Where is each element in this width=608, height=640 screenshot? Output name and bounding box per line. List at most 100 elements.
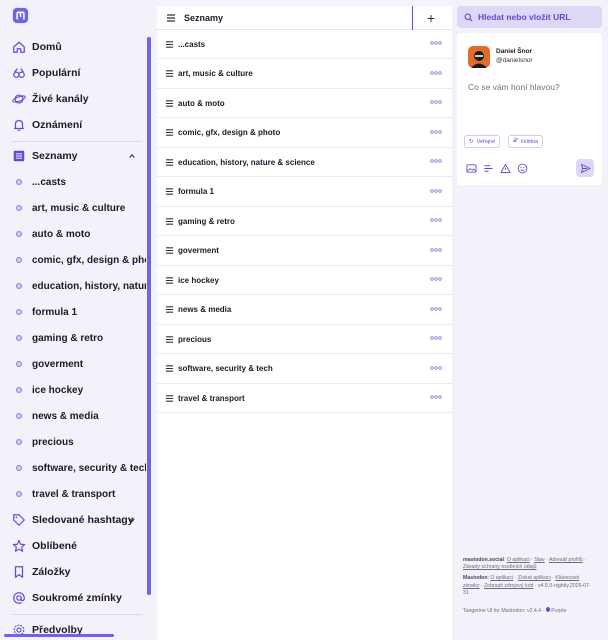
nav-list-item[interactable]: software, security & tech xyxy=(16,458,146,478)
nav-item-lists[interactable]: Seznamy xyxy=(12,146,78,166)
search-input[interactable]: Hledat nebo vložit URL xyxy=(457,6,602,28)
list-row[interactable]: ...casts xyxy=(157,30,452,59)
nav-list-item[interactable]: precious xyxy=(16,432,146,452)
footer-link[interactable]: Adresář profilů xyxy=(549,557,583,563)
list-row[interactable]: precious xyxy=(157,325,452,354)
nav-scrollbar[interactable] xyxy=(147,37,151,595)
warning-icon[interactable] xyxy=(500,163,511,174)
nav-item-favourites[interactable]: Oblíbené xyxy=(12,536,77,556)
nav-divider xyxy=(12,614,142,615)
nav-list-item[interactable]: travel & transport xyxy=(16,484,146,504)
avatar[interactable] xyxy=(468,46,490,68)
list-row[interactable]: ice hockey xyxy=(157,266,452,295)
list-dot-icon xyxy=(16,179,22,185)
nav-list-item[interactable]: comic, gfx, design & photo xyxy=(16,250,146,270)
more-options-icon[interactable] xyxy=(430,40,442,46)
list-row[interactable]: education, history, nature & science xyxy=(157,148,452,177)
nav-item-preferences[interactable]: Předvolby xyxy=(12,620,83,640)
nav-list-item[interactable]: auto & moto xyxy=(16,224,146,244)
more-options-icon[interactable] xyxy=(430,129,442,135)
list-icon xyxy=(165,40,174,48)
nav-item-live-feeds[interactable]: Živé kanály xyxy=(12,89,89,109)
list-row[interactable]: gaming & retro xyxy=(157,207,452,236)
list-item-label: precious xyxy=(32,436,74,448)
nav-item-trending[interactable]: Populární xyxy=(12,63,80,83)
list-row-label: education, history, nature & science xyxy=(178,157,315,167)
star-icon xyxy=(12,539,26,553)
more-options-icon[interactable] xyxy=(430,188,442,194)
nav-list-item[interactable]: gaming & retro xyxy=(16,328,146,348)
more-options-icon[interactable] xyxy=(430,365,442,371)
list-row[interactable]: software, security & tech xyxy=(157,355,452,384)
more-options-icon[interactable] xyxy=(430,306,442,312)
list-row[interactable]: news & media xyxy=(157,296,452,325)
nav-item-notifications[interactable]: Oznámení xyxy=(12,115,82,135)
list-icon xyxy=(165,70,174,77)
more-options-icon[interactable] xyxy=(430,217,442,223)
list-icon xyxy=(165,188,174,195)
list-item-label: ice hockey xyxy=(32,384,84,396)
nav-item-private-mentions[interactable]: Soukromé zmínky xyxy=(12,588,122,608)
more-options-icon[interactable] xyxy=(430,335,442,341)
send-button[interactable] xyxy=(576,159,594,177)
lists-header: Seznamy xyxy=(157,6,452,30)
poll-icon[interactable] xyxy=(483,163,494,174)
nav-list-item[interactable]: news & media xyxy=(16,406,146,426)
nav-list-item[interactable]: formula 1 xyxy=(16,302,146,322)
list-row[interactable]: art, music & culture xyxy=(157,60,452,89)
list-dot-icon xyxy=(16,465,22,471)
list-dot-icon xyxy=(16,439,22,445)
list-row-label: software, security & tech xyxy=(178,364,273,373)
footer-link[interactable]: Získat aplikaci xyxy=(518,575,551,581)
more-options-icon[interactable] xyxy=(430,247,442,253)
list-row-label: formula 1 xyxy=(178,187,215,196)
list-row[interactable]: formula 1 xyxy=(157,178,452,207)
list-icon xyxy=(165,306,174,313)
list-row[interactable]: goverment xyxy=(157,237,452,266)
more-options-icon[interactable] xyxy=(430,158,442,164)
footer-link[interactable]: Zobrazit zdrojový kód xyxy=(484,583,533,589)
more-options-icon[interactable] xyxy=(430,70,442,76)
list-dot-icon xyxy=(16,387,22,393)
footer-link[interactable]: Stav xyxy=(534,557,544,563)
list-row-label: news & media xyxy=(178,305,232,314)
nav-list-item[interactable]: ...casts xyxy=(16,172,146,192)
list-row[interactable]: comic, gfx, design & photo xyxy=(157,119,452,148)
translate-icon: 𝒳 xyxy=(513,138,518,144)
list-item-label: auto & moto xyxy=(32,228,91,240)
nav-list-item[interactable]: art, music & culture xyxy=(16,198,146,218)
compose-textarea[interactable] xyxy=(468,82,593,122)
nav-list-item[interactable]: education, history, nature & xyxy=(16,276,146,296)
nav-item-followed-hashtags[interactable]: Sledované hashtagy xyxy=(12,510,134,530)
footer-link[interactable]: Zásady ochrany osobních údajů xyxy=(463,564,537,570)
nav-item-home[interactable]: Domů xyxy=(12,37,62,57)
chevron-down-icon[interactable] xyxy=(128,516,136,524)
emoji-icon[interactable] xyxy=(517,163,528,174)
more-options-icon[interactable] xyxy=(430,276,442,282)
home-icon xyxy=(12,40,26,54)
list-dot-icon xyxy=(16,335,22,341)
planet-icon xyxy=(12,92,26,106)
visibility-label: Veřejné xyxy=(476,138,496,145)
more-options-icon[interactable] xyxy=(430,99,442,105)
nav-list-item[interactable]: ice hockey xyxy=(16,380,146,400)
footer-link[interactable]: O aplikaci xyxy=(507,557,530,563)
list-dot-icon xyxy=(16,205,22,211)
left-navigation: Domů Populární Živé kanály Oznámení Sezn… xyxy=(0,0,157,640)
visibility-button[interactable]: ↻ Veřejné xyxy=(464,135,501,148)
nav-horizontal-scrollbar[interactable] xyxy=(4,634,114,637)
nav-list-item[interactable]: goverment xyxy=(16,354,146,374)
footer-link[interactable]: O aplikaci xyxy=(490,575,513,581)
mastodon-logo-icon[interactable] xyxy=(12,7,29,24)
language-button[interactable]: 𝒳čeština xyxy=(508,135,544,148)
more-options-icon[interactable] xyxy=(430,394,442,400)
list-row[interactable]: travel & transport xyxy=(157,384,452,413)
list-icon xyxy=(165,335,174,343)
add-list-button[interactable]: + xyxy=(423,10,439,26)
list-item-label: software, security & tech xyxy=(32,462,146,474)
image-icon[interactable] xyxy=(466,163,477,174)
chevron-up-icon[interactable] xyxy=(128,152,136,160)
nav-item-bookmarks[interactable]: Záložky xyxy=(12,562,71,582)
list-row[interactable]: auto & moto xyxy=(157,89,452,118)
list-row-label: art, music & culture xyxy=(178,69,253,78)
